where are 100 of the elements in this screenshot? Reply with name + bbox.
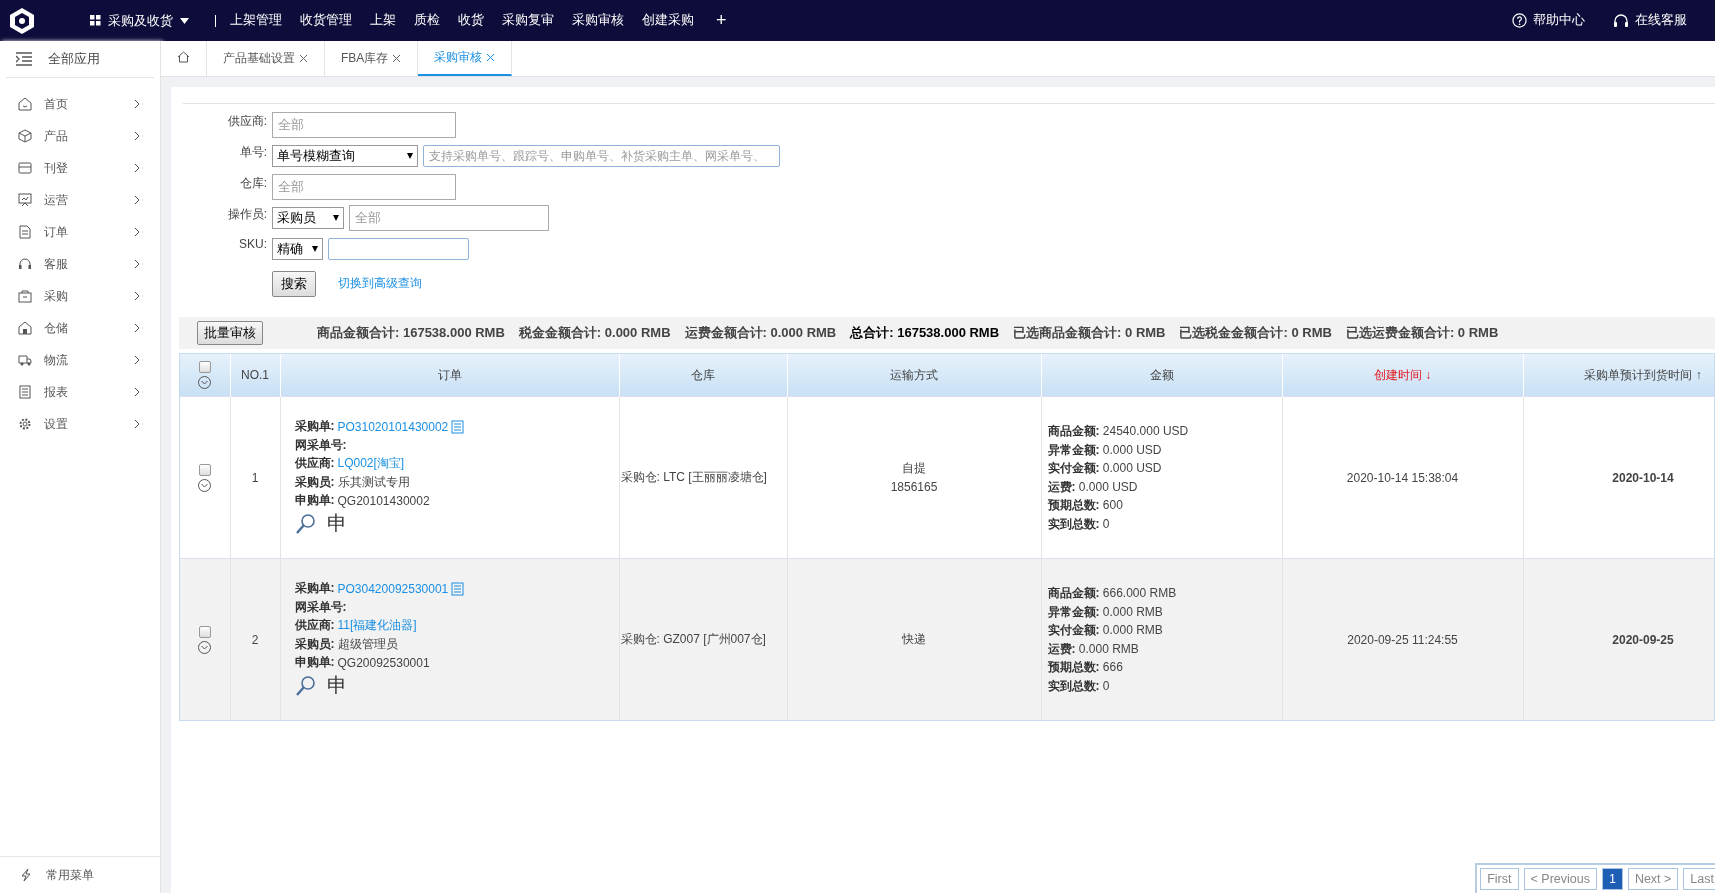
buyer-name: 超级管理员 bbox=[337, 635, 398, 653]
created-time: 2020-09-25 11:24:55 bbox=[1347, 632, 1458, 647]
add-tab-button[interactable]: + bbox=[712, 10, 731, 31]
nav-link[interactable]: 收货 bbox=[458, 12, 484, 29]
close-icon[interactable] bbox=[486, 53, 496, 62]
field-label: SKU: bbox=[238, 236, 267, 251]
sidebar-item[interactable]: 产品 bbox=[0, 120, 160, 152]
expand-icon[interactable] bbox=[198, 478, 212, 492]
sidebar-item[interactable]: 运营 bbox=[0, 184, 160, 216]
column-header[interactable]: NO.1 bbox=[241, 368, 269, 382]
all-apps-label: 全部应用 bbox=[48, 50, 100, 68]
sku-mode-select[interactable]: 精确 bbox=[272, 237, 323, 260]
field-label: 网采单号: bbox=[294, 436, 347, 454]
home-icon bbox=[177, 51, 190, 63]
amount-line: 运费: 0.000 RMB bbox=[1047, 640, 1140, 658]
page-button[interactable]: First bbox=[1480, 868, 1519, 890]
headset-icon[interactable] bbox=[1613, 13, 1629, 28]
batch-review-button[interactable]: 批量审核 bbox=[197, 321, 263, 345]
total-amount: 已选运费金额合计: 0 RMB bbox=[1345, 324, 1499, 342]
nav-link[interactable]: 采购复审 bbox=[502, 12, 554, 29]
nav-link[interactable]: 质检 bbox=[414, 12, 440, 29]
field-label: 采购单: bbox=[294, 580, 335, 597]
help-center-link[interactable]: 帮助中心 bbox=[1533, 12, 1585, 29]
operator-role-select[interactable]: 采购员 bbox=[272, 206, 344, 229]
online-service-link[interactable]: 在线客服 bbox=[1635, 12, 1687, 29]
amount-line: 实到总数: 0 bbox=[1047, 515, 1111, 533]
box-icon bbox=[18, 129, 32, 143]
board-icon bbox=[18, 193, 32, 207]
column-header[interactable]: 运输方式 bbox=[890, 367, 938, 382]
chevron-right-icon bbox=[134, 291, 140, 301]
supplier-field[interactable]: 全部 bbox=[272, 111, 456, 138]
chevron-right-icon bbox=[134, 99, 140, 109]
supplier-link[interactable]: LQ002[淘宝] bbox=[337, 455, 405, 472]
amount-line: 实到总数: 0 bbox=[1047, 677, 1111, 695]
nav-link[interactable]: 收货管理 bbox=[300, 12, 352, 29]
lightning-icon bbox=[20, 868, 32, 882]
apply-mark[interactable]: 申 bbox=[326, 510, 347, 538]
column-header[interactable]: 创建时间 ↓ bbox=[1373, 367, 1432, 382]
amount-line: 预期总数: 600 bbox=[1047, 497, 1124, 514]
order-number-field[interactable]: 支持采购单号、跟踪号、申购单号、补货采购主单、网采单号、 bbox=[423, 144, 780, 167]
close-icon[interactable] bbox=[299, 54, 308, 63]
nav-link[interactable]: 采购审核 bbox=[572, 12, 624, 29]
select-all-checkbox[interactable] bbox=[198, 361, 211, 373]
expand-icon[interactable] bbox=[198, 376, 212, 389]
row-checkbox[interactable] bbox=[198, 463, 211, 476]
help-icon[interactable] bbox=[1512, 13, 1527, 28]
expand-icon[interactable] bbox=[198, 640, 212, 654]
sidebar-item[interactable]: 设置 bbox=[0, 408, 160, 440]
chevron-right-icon bbox=[134, 355, 140, 365]
advanced-search-link[interactable]: 切换到高级查询 bbox=[338, 275, 422, 292]
all-apps-header[interactable]: 全部应用 bbox=[6, 41, 154, 78]
tab[interactable]: 采购审核 bbox=[418, 41, 513, 76]
search-icon[interactable] bbox=[294, 512, 317, 535]
sidebar-item[interactable]: 首页 bbox=[0, 88, 160, 120]
app-menu-button[interactable]: 采购及收货 bbox=[84, 11, 195, 30]
page-button[interactable]: < Previous bbox=[1523, 868, 1597, 890]
page-button[interactable]: Next > bbox=[1627, 868, 1679, 890]
order-mode-select[interactable]: 单号模糊查询 bbox=[272, 144, 418, 167]
sidebar-item[interactable]: 刊登 bbox=[0, 152, 160, 184]
sku-field[interactable] bbox=[328, 237, 469, 260]
search-icon[interactable] bbox=[294, 674, 317, 697]
nav-link[interactable]: 上架 bbox=[370, 12, 396, 29]
chevron-right-icon bbox=[134, 227, 140, 237]
eta-date: 2020-10-14 bbox=[1612, 470, 1674, 485]
amount-line: 预期总数: 666 bbox=[1047, 659, 1124, 676]
nav-link[interactable]: 上架管理 bbox=[230, 12, 282, 29]
warehouse-text: 采购仓: GZ007 [广州007仓] bbox=[620, 632, 766, 646]
search-button[interactable]: 搜索 bbox=[272, 270, 316, 297]
buyer-name: 乐其测试专用 bbox=[337, 473, 410, 491]
row-checkbox[interactable] bbox=[198, 625, 211, 638]
sidebar-item[interactable]: 客服 bbox=[0, 248, 160, 280]
sidebar-item[interactable]: 报表 bbox=[0, 376, 160, 408]
po-number-link[interactable]: PO31020101430002 bbox=[337, 419, 449, 434]
shipping-text: 1856165 bbox=[889, 478, 939, 496]
amount-line: 异常金额: 0.000 RMB bbox=[1047, 603, 1164, 621]
column-header[interactable]: 金额 bbox=[1149, 367, 1174, 382]
chevron-right-icon bbox=[134, 163, 140, 173]
operator-field[interactable]: 全部 bbox=[349, 204, 549, 231]
field-label: 单号: bbox=[238, 144, 267, 161]
apply-mark[interactable]: 申 bbox=[326, 672, 347, 700]
page-button[interactable]: 1 bbox=[1601, 868, 1623, 890]
gear-icon bbox=[18, 417, 32, 431]
close-icon[interactable] bbox=[392, 54, 402, 63]
sidebar-item[interactable]: 仓储 bbox=[0, 312, 160, 344]
grid-icon bbox=[90, 15, 101, 26]
sidebar-item[interactable]: 物流 bbox=[0, 344, 160, 376]
sidebar-item[interactable]: 采购 bbox=[0, 280, 160, 312]
created-time: 2020-10-14 15:38:04 bbox=[1346, 470, 1459, 485]
caret-icon bbox=[180, 17, 189, 24]
page-button[interactable]: Last bbox=[1683, 868, 1715, 890]
column-header[interactable]: 订单 bbox=[437, 367, 462, 382]
amount-line: 商品金额: 24540.000 USD bbox=[1047, 423, 1190, 440]
sidebar-item[interactable]: 订单 bbox=[0, 216, 160, 248]
favorites-menu[interactable]: 常用菜单 bbox=[0, 856, 160, 893]
column-header[interactable]: 仓库 bbox=[691, 367, 715, 382]
field-label: 仓库: bbox=[238, 175, 267, 192]
menu-icon[interactable] bbox=[16, 52, 32, 66]
warehouse-field[interactable]: 全部 bbox=[272, 173, 456, 200]
amount-line: 运费: 0.000 USD bbox=[1047, 478, 1139, 496]
nav-link[interactable]: 创建采购 bbox=[642, 12, 694, 29]
